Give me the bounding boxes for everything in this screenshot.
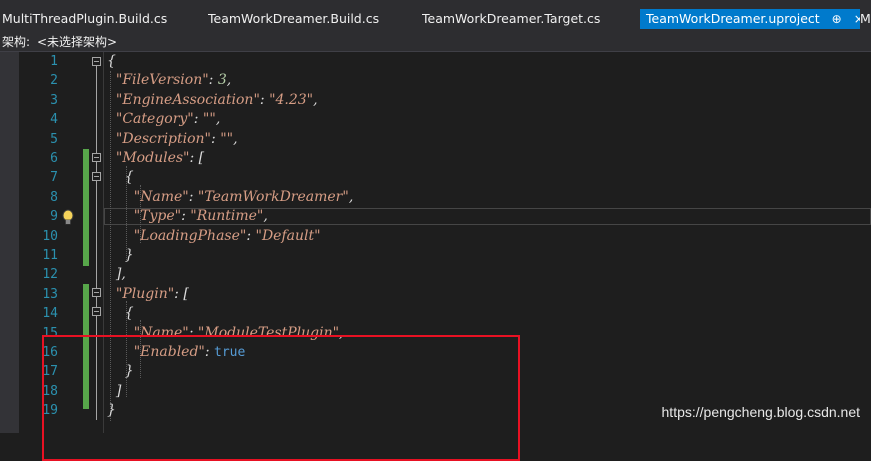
line-number: 5 xyxy=(50,131,58,147)
code-line[interactable]: 6 "Modules": [ xyxy=(0,149,871,168)
code-text: { xyxy=(107,305,134,322)
navigation-bar: 架构: <未选择架构> xyxy=(0,33,871,52)
code-line[interactable]: 1{ xyxy=(0,52,871,71)
tab-label: MultiThreadPlugin.Build.cs xyxy=(2,11,168,26)
code-text: "FileVersion": 3, xyxy=(115,72,232,89)
tab-teamworkdreamer-build[interactable]: TeamWorkDreamer.Build.cs xyxy=(208,9,408,29)
code-text: "Category": "", xyxy=(115,111,221,128)
code-text: } xyxy=(107,247,134,263)
code-line[interactable]: 12 ], xyxy=(0,265,871,284)
line-number: 13 xyxy=(42,286,58,302)
tab-teamworkdreamer-target[interactable]: TeamWorkDreamer.Target.cs xyxy=(422,9,627,29)
tab-label: TeamWorkDreamer.Target.cs xyxy=(422,11,601,26)
code-text: "Description": "", xyxy=(115,130,238,147)
code-text: "Type": "Runtime", xyxy=(133,208,268,225)
code-text: "Name": "TeamWorkDreamer", xyxy=(133,188,354,205)
code-line[interactable]: 8 "Name": "TeamWorkDreamer", xyxy=(0,188,871,207)
code-text: ], xyxy=(107,266,126,283)
line-number: 2 xyxy=(50,73,58,89)
line-number: 14 xyxy=(42,306,58,322)
code-text: { xyxy=(107,169,134,186)
line-number: 8 xyxy=(50,189,58,205)
schema-label: 架构: xyxy=(2,35,31,49)
tab-label: M xyxy=(860,11,871,26)
tab-teamworkdreamer-uproject[interactable]: TeamWorkDreamer.uproject ⊕ × xyxy=(640,9,860,29)
code-line[interactable]: 9 "Type": "Runtime", xyxy=(0,207,871,226)
code-line[interactable]: 5 "Description": "", xyxy=(0,130,871,149)
code-line[interactable]: 3 "EngineAssociation": "4.23", xyxy=(0,91,871,110)
line-number: 1 xyxy=(50,54,58,69)
code-editor[interactable]: 1{2 "FileVersion": 3, 3 "EngineAssociatio… xyxy=(0,52,871,461)
code-line[interactable]: 14 { xyxy=(0,304,871,323)
code-line[interactable]: 2 "FileVersion": 3, xyxy=(0,71,871,90)
code-text: "Plugin": [ xyxy=(115,285,189,302)
line-number: 12 xyxy=(42,267,58,283)
line-number: 7 xyxy=(50,170,58,186)
line-number: 10 xyxy=(42,228,58,244)
line-number: 11 xyxy=(42,248,58,263)
line-number: 4 xyxy=(50,112,58,128)
line-number: 6 xyxy=(50,151,58,166)
code-line[interactable]: 7 { xyxy=(0,168,871,187)
line-number: 9 xyxy=(50,209,58,225)
code-line[interactable]: 4 "Category": "", xyxy=(0,110,871,129)
tab-label: TeamWorkDreamer.Build.cs xyxy=(208,11,380,26)
highlight-annotation-box xyxy=(42,335,520,461)
code-line[interactable]: 13 "Plugin": [ xyxy=(0,285,871,304)
code-text: "EngineAssociation": "4.23", xyxy=(115,91,318,108)
document-tab-bar: MultiThreadPlugin.Build.cs TeamWorkDream… xyxy=(0,0,871,33)
pin-tab-icon[interactable]: ⊕ xyxy=(832,9,842,29)
code-text: { xyxy=(107,53,116,69)
code-line[interactable]: 10 "LoadingPhase": "Default" xyxy=(0,227,871,246)
tab-label: TeamWorkDreamer.uproject xyxy=(646,11,820,26)
code-text: "LoadingPhase": "Default" xyxy=(133,227,321,244)
line-number: 3 xyxy=(50,92,58,108)
schema-dropdown[interactable]: <未选择架构> xyxy=(37,33,117,51)
watermark-text: https://pengcheng.blog.csdn.net xyxy=(661,404,860,420)
code-line[interactable]: 11 } xyxy=(0,246,871,265)
tab-multithreadplugin-build[interactable]: MultiThreadPlugin.Build.cs xyxy=(2,9,202,29)
tab-overflow[interactable]: M xyxy=(860,9,871,29)
code-text: "Modules": [ xyxy=(115,150,205,166)
